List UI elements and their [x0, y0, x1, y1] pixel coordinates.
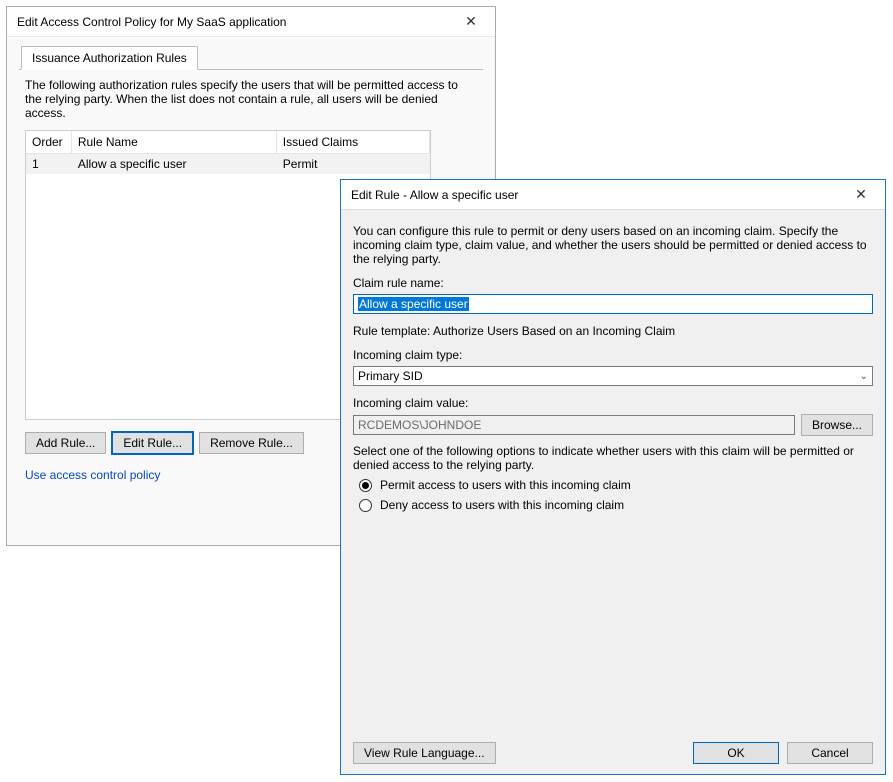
radio-deny[interactable]: Deny access to users with this incoming …: [359, 498, 867, 512]
radio-deny-label: Deny access to users with this incoming …: [380, 498, 624, 512]
close-icon[interactable]: ✕: [455, 13, 487, 30]
tab-issuance-rules[interactable]: Issuance Authorization Rules: [21, 46, 198, 70]
fg-footer: View Rule Language... OK Cancel: [353, 742, 873, 764]
radio-permit-label: Permit access to users with this incomin…: [380, 478, 631, 492]
radio-button-icon: [359, 499, 372, 512]
label-incoming-claim-value: Incoming claim value:: [353, 396, 873, 410]
claim-rule-name-input[interactable]: Allow a specific user: [353, 294, 873, 314]
cell-order: 1: [26, 154, 72, 174]
fg-ok-button[interactable]: OK: [693, 742, 779, 764]
incoming-claim-type-select[interactable]: Primary SID ⌄: [353, 366, 873, 386]
fg-intro: You can configure this rule to permit or…: [353, 224, 873, 266]
label-incoming-claim-type: Incoming claim type:: [353, 348, 873, 362]
browse-button[interactable]: Browse...: [801, 414, 873, 436]
options-intro: Select one of the following options to i…: [353, 444, 873, 472]
col-order[interactable]: Order: [26, 130, 72, 154]
rule-template-prefix: Rule template:: [353, 324, 433, 338]
fg-cancel-button[interactable]: Cancel: [787, 742, 873, 764]
bg-tabstrip: Issuance Authorization Rules: [19, 45, 483, 70]
table-row[interactable]: 1 Allow a specific user Permit: [26, 154, 430, 174]
fg-titlebar: Edit Rule - Allow a specific user ✕: [341, 180, 885, 210]
rules-table-header: Order Rule Name Issued Claims: [26, 130, 430, 154]
incoming-claim-type-value: Primary SID: [358, 369, 423, 383]
cell-rule-name: Allow a specific user: [72, 154, 277, 174]
radio-button-icon: [359, 479, 372, 492]
fg-title: Edit Rule - Allow a specific user: [351, 188, 518, 202]
bg-description: The following authorization rules specif…: [25, 78, 477, 120]
claim-rule-name-value: Allow a specific user: [358, 297, 469, 311]
bg-title: Edit Access Control Policy for My SaaS a…: [17, 15, 286, 29]
rule-template: Rule template: Authorize Users Based on …: [353, 324, 873, 338]
add-rule-button[interactable]: Add Rule...: [25, 432, 106, 454]
chevron-down-icon: ⌄: [860, 371, 868, 382]
col-rule-name[interactable]: Rule Name: [72, 130, 277, 154]
col-issued-claims[interactable]: Issued Claims: [277, 130, 430, 154]
incoming-claim-value-input[interactable]: RCDEMOS\JOHNDOE: [353, 415, 795, 435]
incoming-claim-value-text: RCDEMOS\JOHNDOE: [358, 418, 481, 432]
edit-rule-button[interactable]: Edit Rule...: [112, 432, 193, 454]
close-icon[interactable]: ✕: [845, 186, 877, 203]
access-radios: Permit access to users with this incomin…: [353, 478, 873, 512]
bg-titlebar: Edit Access Control Policy for My SaaS a…: [7, 7, 495, 37]
cell-issued-claims: Permit: [277, 154, 430, 174]
view-rule-language-button[interactable]: View Rule Language...: [353, 742, 496, 764]
rule-template-value: Authorize Users Based on an Incoming Cla…: [433, 324, 675, 338]
radio-permit[interactable]: Permit access to users with this incomin…: [359, 478, 867, 492]
edit-rule-dialog: Edit Rule - Allow a specific user ✕ You …: [340, 179, 886, 775]
label-claim-rule-name: Claim rule name:: [353, 276, 873, 290]
remove-rule-button[interactable]: Remove Rule...: [199, 432, 304, 454]
use-access-control-policy-link[interactable]: Use access control policy: [25, 468, 160, 482]
